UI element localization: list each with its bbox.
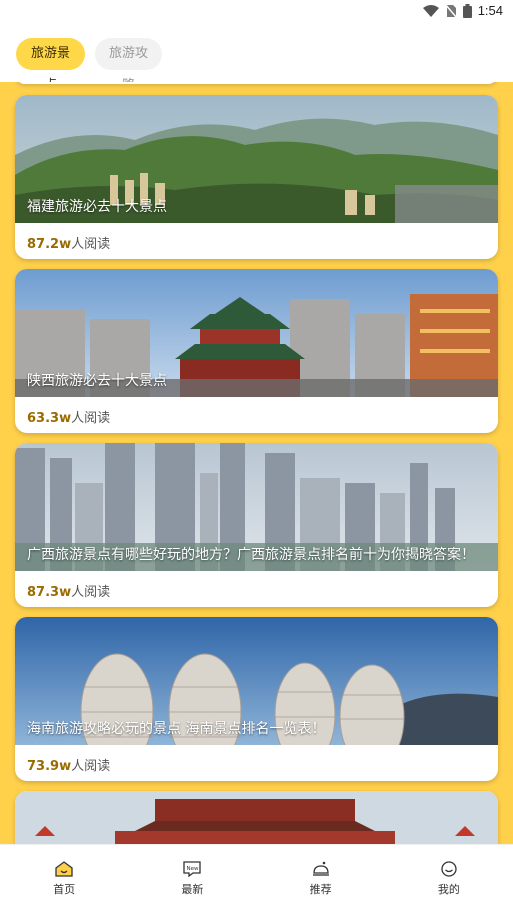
home-icon <box>55 861 73 877</box>
article-card[interactable]: 海南旅游攻略必玩的景点 海南景点排名一览表！ 73.9w人阅读 <box>15 617 498 781</box>
tab-scenic-spots[interactable]: 旅游景点 <box>16 38 85 93</box>
smile-face-icon <box>441 861 457 877</box>
svg-text:New: New <box>187 866 199 872</box>
article-image: 陕西旅游必去十大景点 <box>15 269 498 397</box>
article-card[interactable]: 广西旅游景点有哪些好玩的地方？广西旅游景点排名前十为你揭晓答案！ 87.3w人阅… <box>15 443 498 607</box>
article-feed[interactable]: 福建旅游必去十大景点 87.2w人阅读 陕西旅游必去十大景点 63.3w人阅读 … <box>0 82 513 844</box>
no-sim-icon <box>444 3 457 18</box>
article-card[interactable]: 福建旅游必去十大景点 87.2w人阅读 <box>15 95 498 259</box>
bottom-nav: 首页 New 最新 推荐 我的 <box>0 844 513 912</box>
read-count: 87.3w <box>27 585 72 600</box>
article-meta: 87.3w人阅读 <box>27 581 110 600</box>
new-badge-icon: New <box>183 861 202 877</box>
article-title: 福建旅游必去十大景点 <box>27 199 167 215</box>
read-suffix: 人阅读 <box>71 759 111 774</box>
article-image: 海南旅游攻略必玩的景点 海南景点排名一览表！ <box>15 617 498 745</box>
battery-icon <box>462 3 472 18</box>
article-meta: 73.9w人阅读 <box>27 755 110 774</box>
nav-label: 首页 <box>53 883 76 896</box>
article-card[interactable] <box>15 791 498 844</box>
nav-home[interactable]: 首页 <box>0 845 128 912</box>
article-meta: 87.2w人阅读 <box>27 233 110 252</box>
nav-label: 最新 <box>181 883 204 896</box>
recommend-bell-icon <box>312 861 329 876</box>
category-tabs: 旅游景点 旅游攻略 <box>0 24 513 93</box>
tab-travel-guides[interactable]: 旅游攻略 <box>95 38 162 93</box>
article-meta: 63.3w人阅读 <box>27 407 110 426</box>
nav-latest[interactable]: New 最新 <box>128 845 256 912</box>
article-image <box>15 791 498 844</box>
read-count: 73.9w <box>27 759 72 774</box>
read-suffix: 人阅读 <box>71 237 111 252</box>
status-bar: 1:54 <box>0 0 513 24</box>
previous-card-edge <box>15 82 498 84</box>
article-title: 海南旅游攻略必玩的景点 海南景点排名一览表！ <box>27 721 326 737</box>
read-suffix: 人阅读 <box>71 411 111 426</box>
article-image: 福建旅游必去十大景点 <box>15 95 498 223</box>
article-card[interactable]: 陕西旅游必去十大景点 63.3w人阅读 <box>15 269 498 433</box>
read-count: 87.2w <box>27 237 72 252</box>
article-title: 陕西旅游必去十大景点 <box>27 373 167 389</box>
wifi-icon <box>422 4 439 17</box>
nav-recommend[interactable]: 推荐 <box>257 845 385 912</box>
status-icons: 1:54 <box>422 3 503 18</box>
status-time: 1:54 <box>477 3 503 18</box>
read-suffix: 人阅读 <box>71 585 111 600</box>
read-count: 63.3w <box>27 411 72 426</box>
article-title: 广西旅游景点有哪些好玩的地方？广西旅游景点排名前十为你揭晓答案！ <box>27 547 475 563</box>
nav-mine[interactable]: 我的 <box>385 845 513 912</box>
nav-label: 推荐 <box>309 883 332 896</box>
nav-label: 我的 <box>437 883 460 896</box>
article-image: 广西旅游景点有哪些好玩的地方？广西旅游景点排名前十为你揭晓答案！ <box>15 443 498 571</box>
